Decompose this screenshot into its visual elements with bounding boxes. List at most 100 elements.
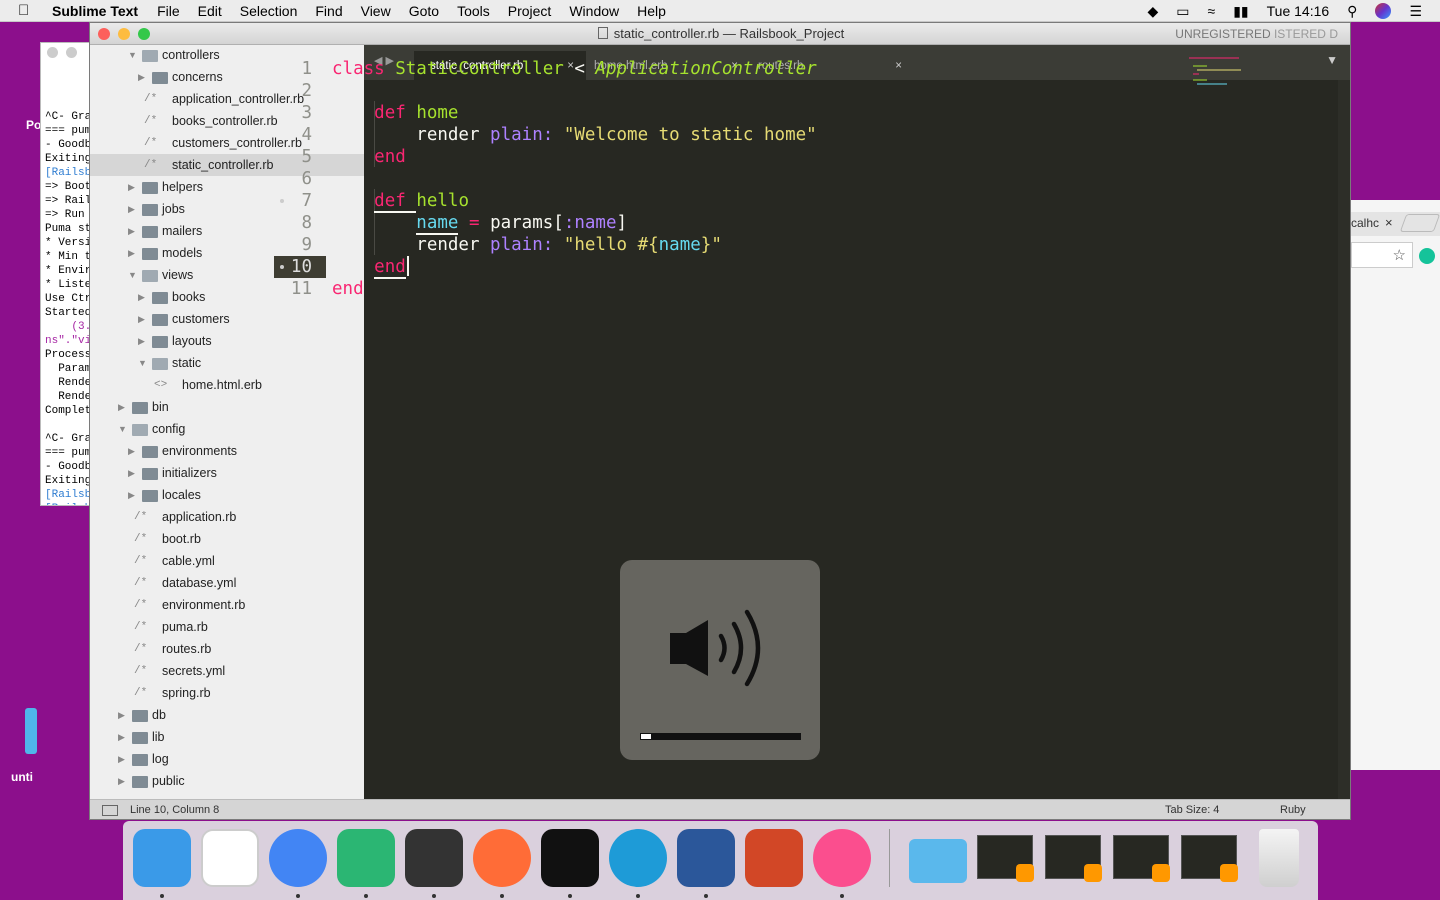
line-number[interactable]: 7 [301,190,312,212]
editor-scrollbar[interactable] [1338,80,1350,799]
folder-icon [132,732,148,744]
disclosure-closed-icon[interactable]: ▶ [118,748,125,770]
disclosure-closed-icon[interactable]: ▶ [128,242,135,264]
disclosure-open-icon[interactable]: ▼ [118,418,127,440]
dock-trash-icon[interactable] [1259,829,1299,887]
running-indicator [636,894,640,898]
dock-macdown-icon[interactable] [609,829,667,887]
minimize-window-button[interactable] [118,28,130,40]
disclosure-open-icon[interactable]: ▼ [128,45,137,66]
line-number[interactable]: 6 [301,168,312,190]
dock-finder-icon[interactable] [133,829,191,887]
close-window-button[interactable] [98,28,110,40]
line-number-gutter[interactable]: 1 2 3 4 5 6 7 8 9 10 11 [274,57,326,776]
menu-find[interactable]: Find [306,3,351,19]
dock-minimized-window[interactable] [1045,835,1102,882]
chrome-new-tab-button[interactable] [1399,214,1440,232]
dock-atom-icon[interactable] [337,829,395,887]
syntax-selector[interactable]: Ruby [1280,800,1306,819]
disclosure-closed-icon[interactable]: ▶ [128,440,135,462]
siri-icon[interactable] [1375,3,1392,19]
disclosure-open-icon[interactable]: ▼ [138,352,147,374]
dock-itunes-icon[interactable] [813,829,871,887]
line-number[interactable]: 3 [301,102,312,124]
notification-center-icon[interactable]: ☰ [1409,3,1422,20]
disclosure-closed-icon[interactable]: ▶ [128,176,135,198]
dock-sublime-text-icon[interactable] [405,829,463,887]
sidebar-item-label: puma.rb [162,620,208,634]
line-number[interactable]: 5 [301,146,312,168]
disclosure-closed-icon[interactable]: ▶ [118,726,125,748]
dock-google-chrome-icon[interactable] [269,829,327,887]
chrome-tab-close-icon[interactable]: × [1385,215,1393,230]
console-toggle-icon[interactable] [102,805,118,816]
chrome-address-bar[interactable]: ☆ [1351,242,1413,268]
line-number[interactable]: 10 [291,256,312,278]
menu-help[interactable]: Help [628,3,675,19]
menu-edit[interactable]: Edit [189,3,231,19]
line-number[interactable]: 8 [301,212,312,234]
background-chrome-window[interactable]: calhc × ☆ [1350,200,1440,770]
dock-microsoft-word-icon[interactable] [677,829,735,887]
apple-menu-icon[interactable]:  [18,2,38,19]
clock[interactable]: Tue 14:16 [1267,3,1330,19]
disclosure-open-icon[interactable]: ▼ [128,264,137,286]
line-number[interactable]: 4 [301,124,312,146]
disclosure-closed-icon[interactable]: ▶ [128,462,135,484]
line-number[interactable]: 1 [301,58,312,80]
title-bar[interactable]: static_controller.rb — Railsbook_Project… [90,23,1350,45]
desktop-folder-icon[interactable] [25,708,37,754]
line-number[interactable]: 11 [291,278,312,300]
dock-minimized-window[interactable] [1113,835,1170,882]
dock-microsoft-powerpoint-icon[interactable] [745,829,803,887]
disclosure-closed-icon[interactable]: ▶ [128,484,135,506]
tab-overflow-menu-icon[interactable]: ▼ [1326,53,1338,67]
disclosure-closed-icon[interactable]: ▶ [118,770,125,792]
minimap[interactable] [1185,57,1245,87]
menu-selection[interactable]: Selection [231,3,307,19]
battery-icon[interactable]: ▮▮ [1233,3,1248,20]
dock-downloads-folder-icon[interactable] [909,839,967,883]
menu-window[interactable]: Window [560,3,628,19]
dock-postman-icon[interactable] [473,829,531,887]
sidebar-item-label: config [152,422,186,436]
line-number[interactable]: 2 [301,80,312,102]
disclosure-closed-icon[interactable]: ▶ [128,220,135,242]
folder-icon [142,490,158,502]
spotlight-search-icon[interactable]: ⚲ [1347,3,1357,20]
menu-project[interactable]: Project [499,3,561,19]
app-menu[interactable]: Sublime Text [38,3,148,19]
sidebar-item-label: database.yml [162,576,237,590]
dock-minimized-window[interactable] [977,835,1034,882]
chrome-tab[interactable]: calhc × [1351,212,1440,236]
disclosure-closed-icon[interactable]: ▶ [118,396,125,418]
dock-slack-icon[interactable] [201,829,259,887]
disclosure-closed-icon[interactable]: ▶ [138,66,145,88]
cursor-position: Line 10, Column 8 [130,804,220,816]
airplay-icon[interactable]: ▭ [1176,3,1189,20]
dock-minimized-window[interactable] [1181,835,1238,882]
menu-file[interactable]: File [148,3,189,19]
code-line: render plain: "Welcome to static home" [332,124,816,146]
disclosure-closed-icon[interactable]: ▶ [128,198,135,220]
code-line: def hello [332,190,469,213]
zoom-window-button[interactable] [138,28,150,40]
line-number[interactable]: 9 [301,234,312,256]
disclosure-closed-icon[interactable]: ▶ [138,286,145,308]
disclosure-closed-icon[interactable]: ▶ [138,308,145,330]
menu-view[interactable]: View [352,3,400,19]
disclosure-closed-icon[interactable]: ▶ [118,704,125,726]
dropbox-icon[interactable]: ◆ [1148,3,1159,20]
menu-tools[interactable]: Tools [448,3,499,19]
menu-goto[interactable]: Goto [400,3,448,19]
bookmark-star-icon[interactable]: ☆ [1393,246,1406,264]
disclosure-closed-icon[interactable]: ▶ [138,330,145,352]
sublime-badge-icon [1016,864,1034,882]
tab-size-selector[interactable]: Tab Size: 4 [1165,800,1219,819]
grammarly-icon[interactable] [1419,248,1435,264]
sublime-badge-icon [1220,864,1238,882]
dock-terminal-icon[interactable] [541,829,599,887]
code-token: render [332,125,491,145]
wifi-icon[interactable]: ≈ [1208,3,1216,19]
code-token: plain: [490,235,554,255]
